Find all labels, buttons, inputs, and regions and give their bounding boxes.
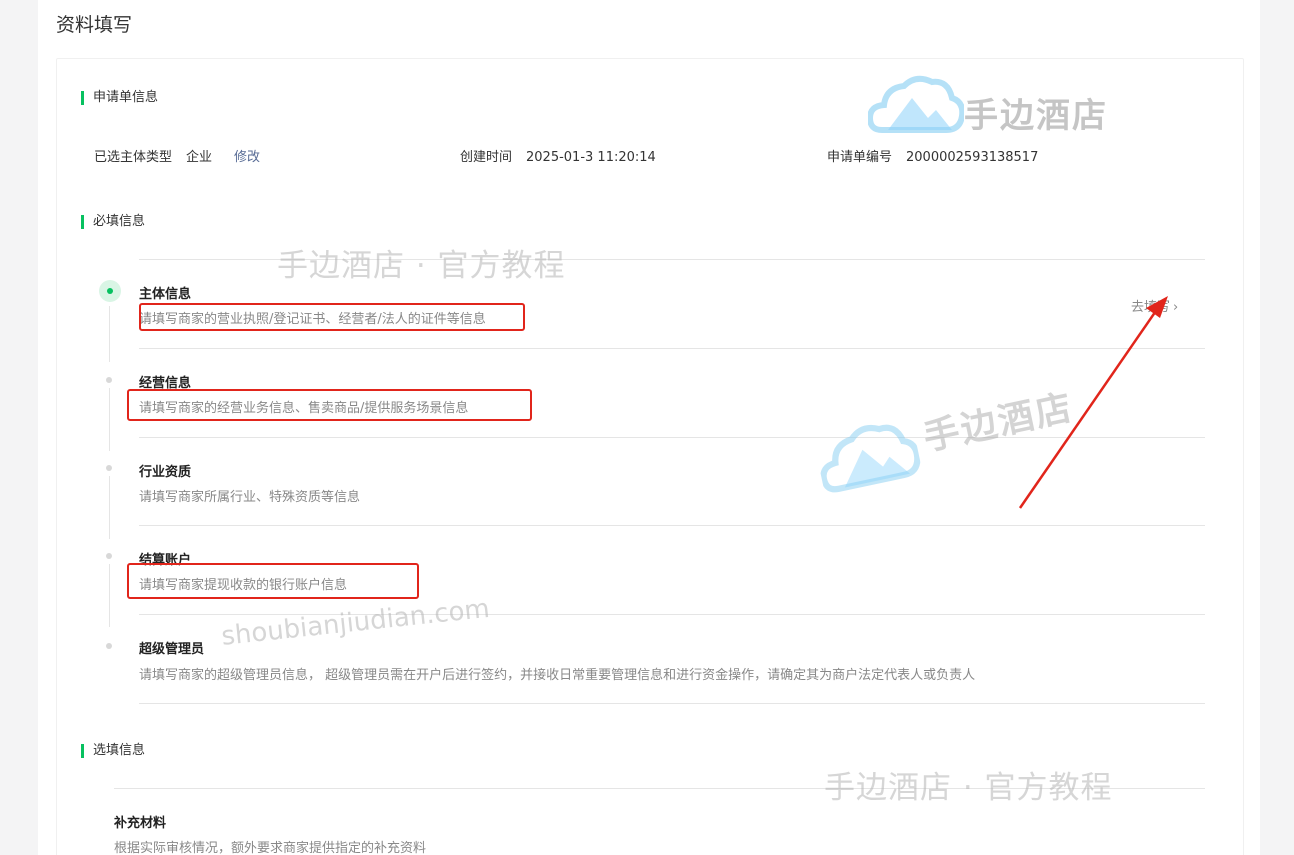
section-optional-info: 选填信息 (81, 743, 145, 759)
modify-link[interactable]: 修改 (234, 150, 260, 165)
timeline-line (109, 476, 110, 539)
annotation-box (127, 389, 532, 421)
annotation-box (127, 563, 419, 599)
timeline-line (109, 564, 110, 627)
form-card (56, 58, 1244, 855)
page: 资料填写 申请单信息 已选主体类型 企业 修改 创建时间 2025-01-3 11:2… (0, 0, 1294, 855)
subject-type-label: 已选主体类型 (94, 150, 173, 165)
chevron-right-icon: › (1173, 300, 1179, 315)
application-number-row: 申请单编号 2000002593138517 (827, 146, 1038, 165)
step-title-qualification: 行业资质 (139, 465, 192, 480)
goto-fill-label: 去填写 (1131, 300, 1171, 315)
timeline-line (109, 306, 110, 362)
step-dot (106, 377, 112, 383)
application-number-label: 申请单编号 (827, 150, 893, 165)
timeline-line (109, 388, 110, 451)
created-time-row: 创建时间 2025-01-3 11:20:14 (460, 146, 656, 165)
cloud-mountain-logo (868, 75, 964, 133)
section-required-info: 必填信息 (81, 214, 145, 230)
optional-title: 补充材料 (114, 816, 167, 831)
watermark-brand: 手边酒店 (964, 96, 1108, 136)
application-number-value: 2000002593138517 (906, 150, 1039, 165)
step-title-admin: 超级管理员 (139, 642, 205, 657)
step-dot (106, 643, 112, 649)
optional-desc: 根据实际审核情况，额外要求商家提供指定的补充资料 (114, 841, 427, 855)
page-title: 资料填写 (56, 14, 133, 36)
divider (139, 525, 1205, 526)
subject-type-row: 已选主体类型 企业 修改 (94, 146, 260, 165)
created-time-label: 创建时间 (460, 150, 513, 165)
step-desc-qualification: 请填写商家所属行业、特殊资质等信息 (139, 490, 361, 505)
annotation-box (139, 303, 525, 331)
divider (139, 437, 1205, 438)
section-application-info: 申请单信息 (81, 90, 158, 106)
subject-type-value: 企业 (186, 150, 213, 165)
step-title-subject: 主体信息 (139, 287, 192, 302)
step-dot (106, 465, 112, 471)
divider (139, 703, 1205, 704)
divider (139, 348, 1205, 349)
created-time-value: 2025-01-3 11:20:14 (526, 150, 656, 165)
step-dot (106, 553, 112, 559)
goto-fill-button[interactable]: 去填写 › (1131, 296, 1178, 315)
watermark-tutorial: 手边酒店 · 官方教程 (824, 770, 1113, 806)
step-active-dot (99, 280, 121, 302)
watermark-tutorial: 手边酒店 · 官方教程 (277, 248, 566, 284)
step-desc-admin: 请填写商家的超级管理员信息， 超级管理员需在开户后进行签约，并接收日常重要管理信… (139, 668, 976, 683)
